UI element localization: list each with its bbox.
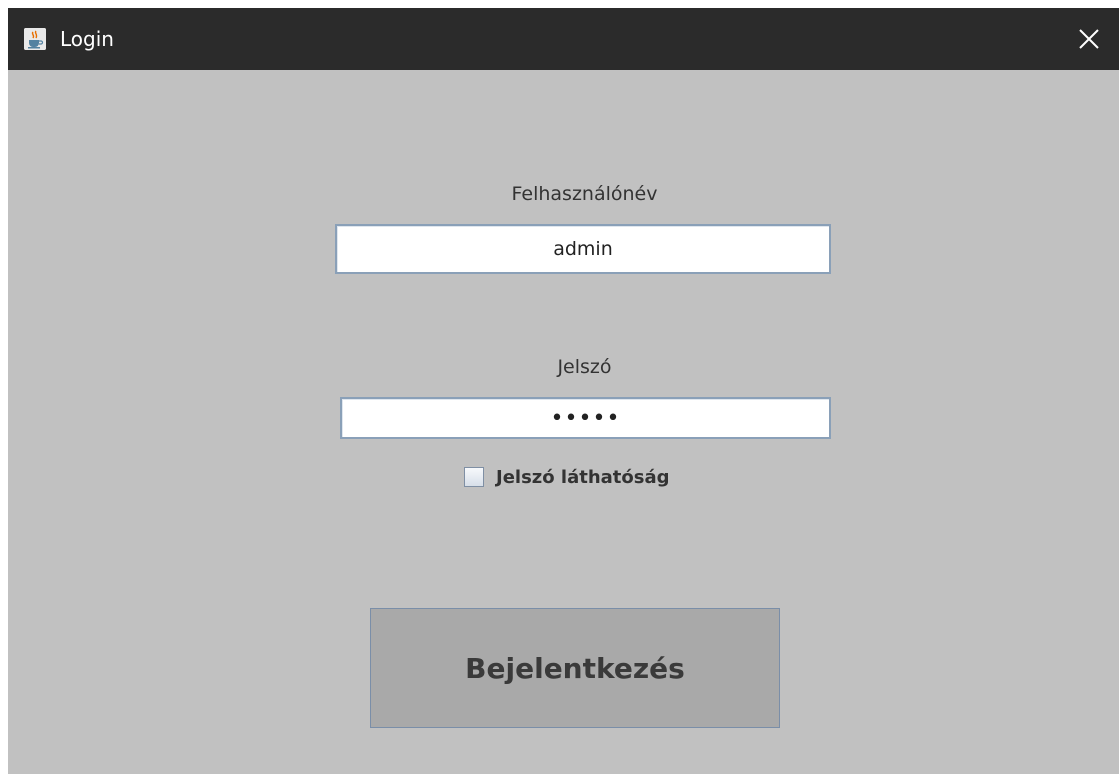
login-button[interactable]: Bejelentkezés	[370, 608, 780, 728]
window-title: Login	[60, 27, 114, 51]
checkbox-box[interactable]	[464, 467, 484, 487]
show-password-label: Jelszó láthatóság	[496, 467, 670, 488]
title-bar[interactable]: Login	[8, 8, 1119, 70]
login-window: Login Felhasználónév Jelszó Jelszó látha…	[8, 8, 1119, 774]
close-button[interactable]	[1059, 8, 1119, 70]
password-field[interactable]	[340, 397, 831, 439]
password-label: Jelszó	[557, 356, 612, 378]
username-field[interactable]	[335, 224, 831, 274]
login-button-label: Bejelentkezés	[465, 651, 685, 685]
close-icon	[1079, 29, 1099, 49]
username-label: Felhasználónév	[511, 183, 658, 205]
java-cup-icon	[24, 28, 46, 50]
